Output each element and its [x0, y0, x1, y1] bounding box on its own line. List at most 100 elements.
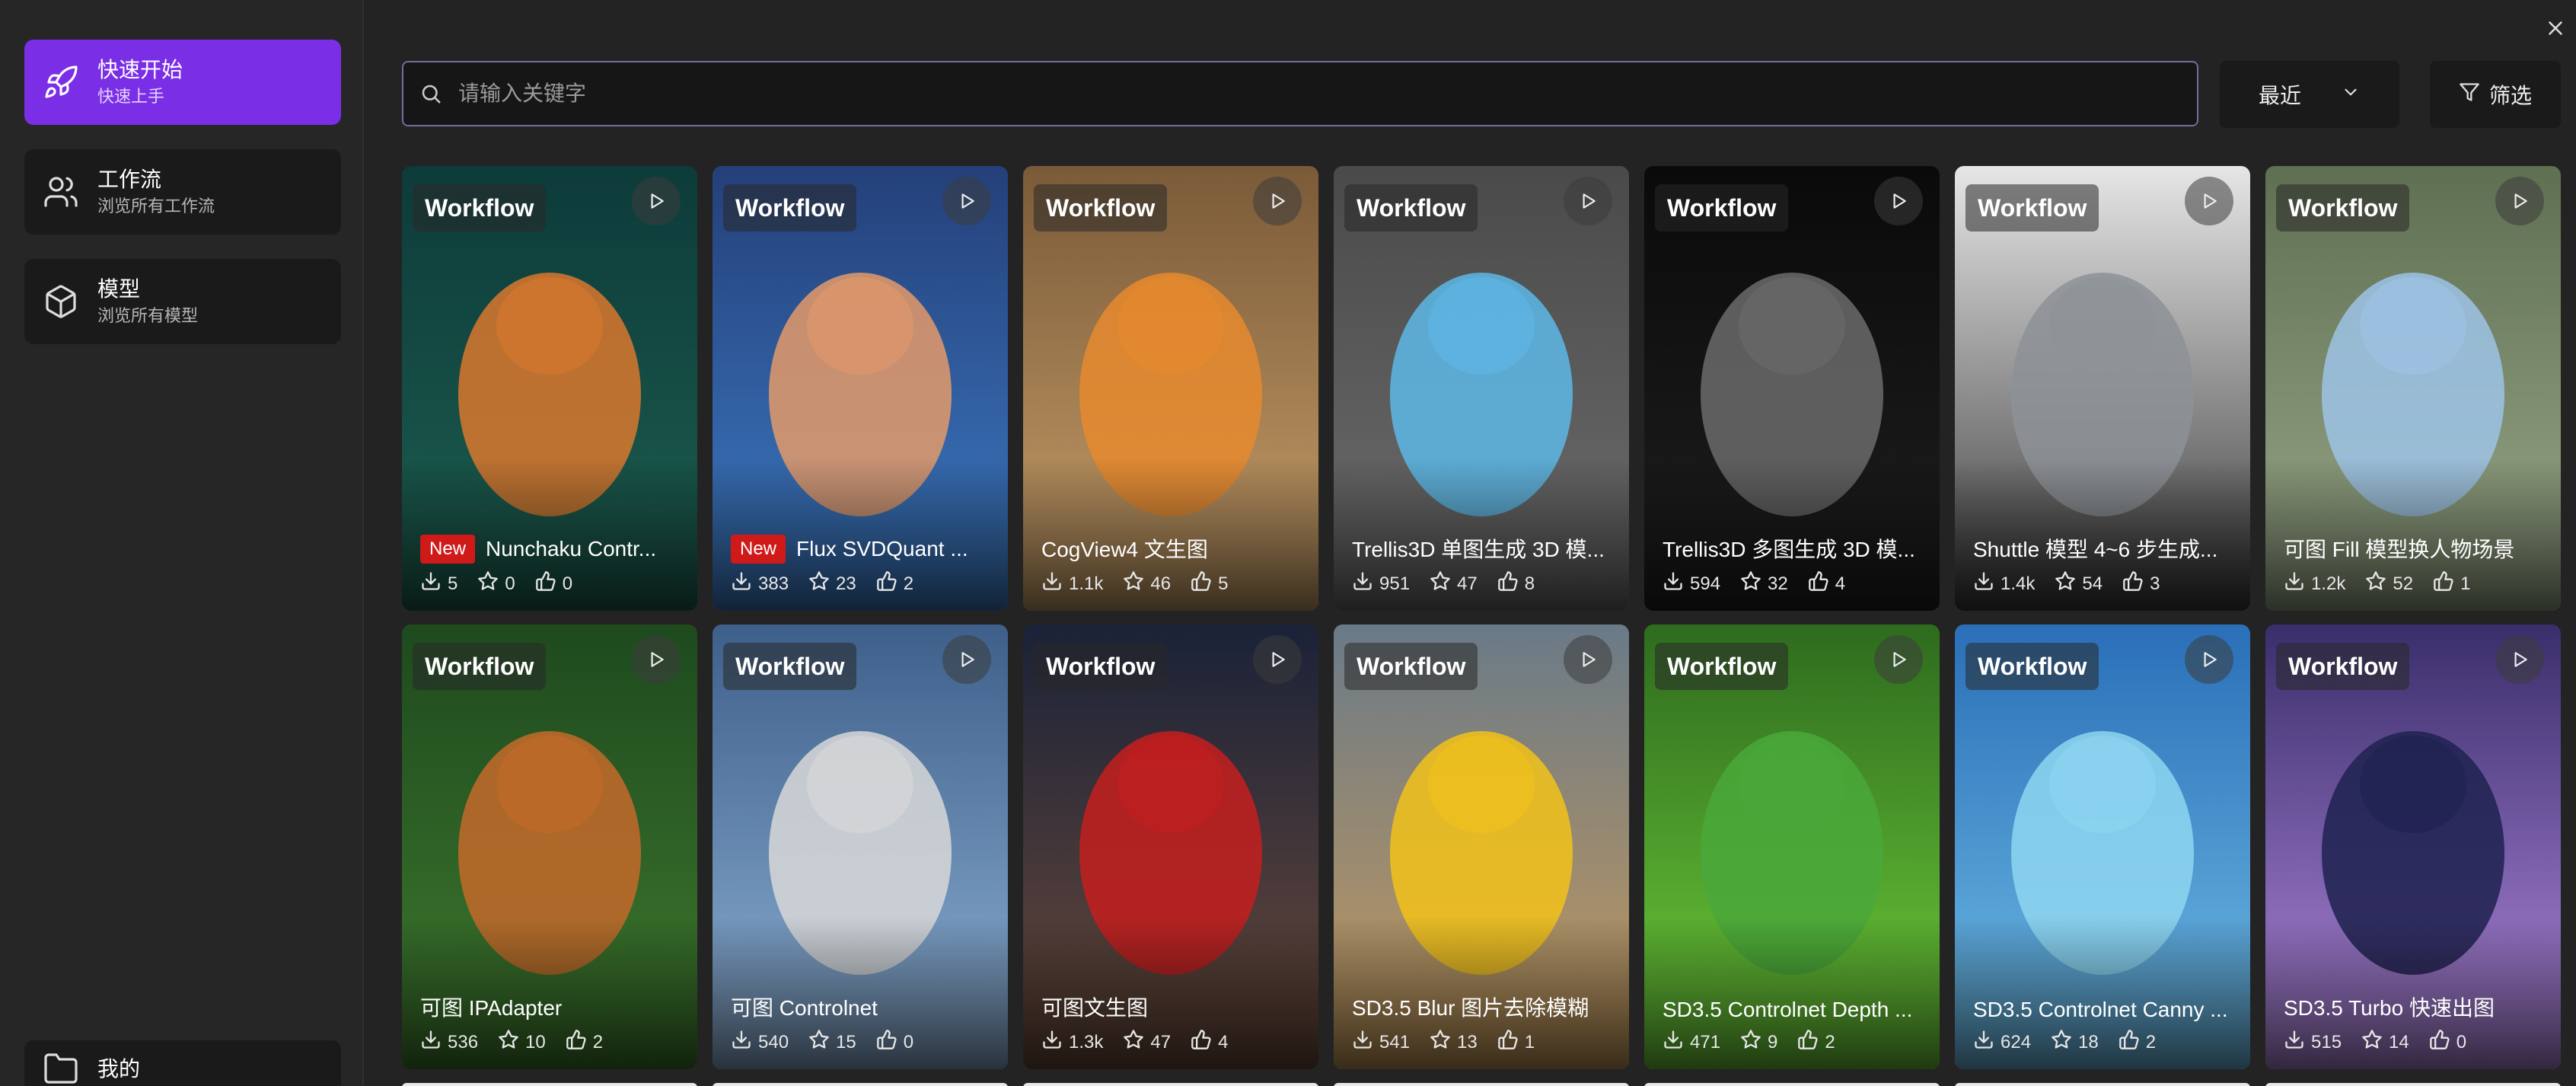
workflow-card[interactable]: Workflow Shuttle 模型 4~6 步生成... 1.4k 54 3: [1955, 166, 2250, 611]
like-count: 5: [1218, 573, 1229, 594]
thumbs-up-icon: [1191, 1029, 1212, 1056]
star-count: 47: [1150, 1031, 1172, 1052]
play-icon[interactable]: [1564, 177, 1612, 225]
workflow-card[interactable]: Workflow New Flux SVDQuant ... 383 23 2: [713, 166, 1008, 611]
next-row-card-edge: [713, 1083, 1008, 1086]
stars-stat: 13: [1430, 1029, 1478, 1056]
workflow-card[interactable]: Workflow 可图 Fill 模型换人物场景 1.2k 52 1: [2265, 166, 2561, 611]
play-icon[interactable]: [942, 177, 991, 225]
workflow-tag: Workflow: [413, 184, 547, 232]
likes-stat: 8: [1497, 570, 1535, 597]
sidebar-item-subtitle: 浏览所有工作流: [97, 196, 215, 216]
workflow-card[interactable]: Workflow CogView4 文生图 1.1k 46 5: [1023, 166, 1318, 611]
workflow-card[interactable]: Workflow Trellis3D 多图生成 3D 模... 594 32 4: [1644, 166, 1940, 611]
star-icon: [1430, 570, 1451, 597]
sidebar-item-title: 我的: [97, 1057, 141, 1081]
workflow-card[interactable]: Workflow 可图 Controlnet 540 15 0: [713, 624, 1008, 1069]
thumbs-up-icon: [2433, 570, 2454, 597]
likes-stat: 2: [566, 1029, 603, 1056]
card-stats: 1.4k 54 3: [1973, 570, 2173, 597]
downloads-stat: 5: [420, 570, 457, 597]
workflow-tag: Workflow: [1965, 643, 2099, 690]
play-icon[interactable]: [1253, 635, 1302, 684]
workflow-card[interactable]: Workflow SD3.5 Controlnet Canny ... 624 18 2: [1955, 624, 2250, 1069]
thumbs-up-icon: [2119, 1029, 2140, 1056]
chevron-down-icon: [2341, 82, 2361, 107]
workflow-tag: Workflow: [2276, 643, 2410, 690]
sidebar-item-title: 模型: [97, 277, 141, 301]
likes-stat: 2: [876, 570, 913, 597]
sidebar-item-mine[interactable]: 我的: [24, 1040, 341, 1086]
star-count: 18: [2078, 1031, 2099, 1052]
workflow-card[interactable]: Workflow SD3.5 Controlnet Depth ... 471 9 2: [1644, 624, 1940, 1069]
play-icon[interactable]: [2185, 635, 2233, 684]
stars-stat: 46: [1123, 570, 1171, 597]
cube-icon: [24, 259, 97, 344]
card-title: 可图 Controlnet: [731, 996, 878, 1020]
workflow-tag: Workflow: [723, 643, 857, 690]
filter-button[interactable]: 筛选: [2430, 61, 2561, 128]
card-title-row: 可图文生图: [1041, 992, 1306, 1022]
sort-dropdown[interactable]: 最近: [2220, 61, 2399, 128]
stars-stat: 14: [2361, 1029, 2409, 1056]
play-icon[interactable]: [632, 177, 681, 225]
search-input[interactable]: [458, 63, 2197, 124]
like-count: 4: [1218, 1031, 1229, 1052]
card-title-row: Trellis3D 多图生成 3D 模...: [1663, 533, 1927, 564]
thumbs-up-icon: [1797, 1029, 1819, 1056]
card-title: Trellis3D 单图生成 3D 模...: [1352, 538, 1605, 561]
search-bar: [402, 61, 2198, 126]
play-icon[interactable]: [1874, 177, 1923, 225]
stars-stat: 18: [2051, 1029, 2099, 1056]
star-count: 47: [1457, 573, 1478, 594]
card-title: SD3.5 Controlnet Depth ...: [1663, 998, 1913, 1021]
like-count: 0: [2456, 1031, 2467, 1052]
close-icon[interactable]: [2544, 17, 2567, 40]
download-count: 536: [448, 1031, 479, 1052]
download-count: 624: [2001, 1031, 2032, 1052]
download-icon: [1663, 570, 1684, 597]
workflow-tag: Workflow: [2276, 184, 2410, 232]
play-icon[interactable]: [632, 635, 681, 684]
star-icon: [2365, 570, 2386, 597]
sidebar-item-models[interactable]: 模型 浏览所有模型: [24, 259, 341, 344]
star-icon: [2055, 570, 2076, 597]
search-icon: [403, 61, 458, 126]
workflow-card[interactable]: Workflow 可图文生图 1.3k 47 4: [1023, 624, 1318, 1069]
stars-stat: 52: [2365, 570, 2413, 597]
card-title: SD3.5 Controlnet Canny ...: [1973, 998, 2228, 1021]
workflow-tag: Workflow: [1965, 184, 2099, 232]
download-icon: [731, 570, 752, 597]
workflow-tag: Workflow: [723, 184, 857, 232]
stars-stat: 9: [1740, 1029, 1777, 1056]
play-icon[interactable]: [2185, 177, 2233, 225]
star-count: 13: [1457, 1031, 1478, 1052]
play-icon[interactable]: [1564, 635, 1612, 684]
play-icon[interactable]: [942, 635, 991, 684]
card-title-row: 可图 Fill 模型换人物场景: [2284, 533, 2549, 564]
card-stats: 471 9 2: [1663, 1029, 1849, 1056]
star-count: 23: [836, 573, 856, 594]
play-icon[interactable]: [1874, 635, 1923, 684]
downloads-stat: 471: [1663, 1029, 1720, 1056]
card-stats: 5 0 0: [420, 570, 586, 597]
download-icon: [420, 1029, 442, 1056]
workflow-card[interactable]: Workflow SD3.5 Turbo 快速出图 515 14 0: [2265, 624, 2561, 1069]
new-badge: New: [420, 535, 476, 564]
filter-label: 筛选: [2488, 84, 2532, 107]
workflow-card[interactable]: Workflow 可图 IPAdapter 536 10 2: [402, 624, 697, 1069]
download-count: 541: [1379, 1031, 1411, 1052]
card-stats: 515 14 0: [2284, 1029, 2480, 1056]
play-icon[interactable]: [1253, 177, 1302, 225]
workflow-card[interactable]: Workflow SD3.5 Blur 图片去除模糊 541 13 1: [1334, 624, 1629, 1069]
sidebar-item-workflows[interactable]: 工作流 浏览所有工作流: [24, 149, 341, 235]
play-icon[interactable]: [2495, 635, 2544, 684]
sidebar-item-quick-start[interactable]: 快速开始 快速上手: [24, 40, 341, 125]
like-count: 2: [1825, 1031, 1835, 1052]
star-icon: [1740, 1029, 1761, 1056]
star-icon: [2361, 1029, 2383, 1056]
workflow-card[interactable]: Workflow Trellis3D 单图生成 3D 模... 951 47 8: [1334, 166, 1629, 611]
star-icon: [808, 1029, 830, 1056]
play-icon[interactable]: [2495, 177, 2544, 225]
workflow-card[interactable]: Workflow New Nunchaku Contr... 5 0 0: [402, 166, 697, 611]
